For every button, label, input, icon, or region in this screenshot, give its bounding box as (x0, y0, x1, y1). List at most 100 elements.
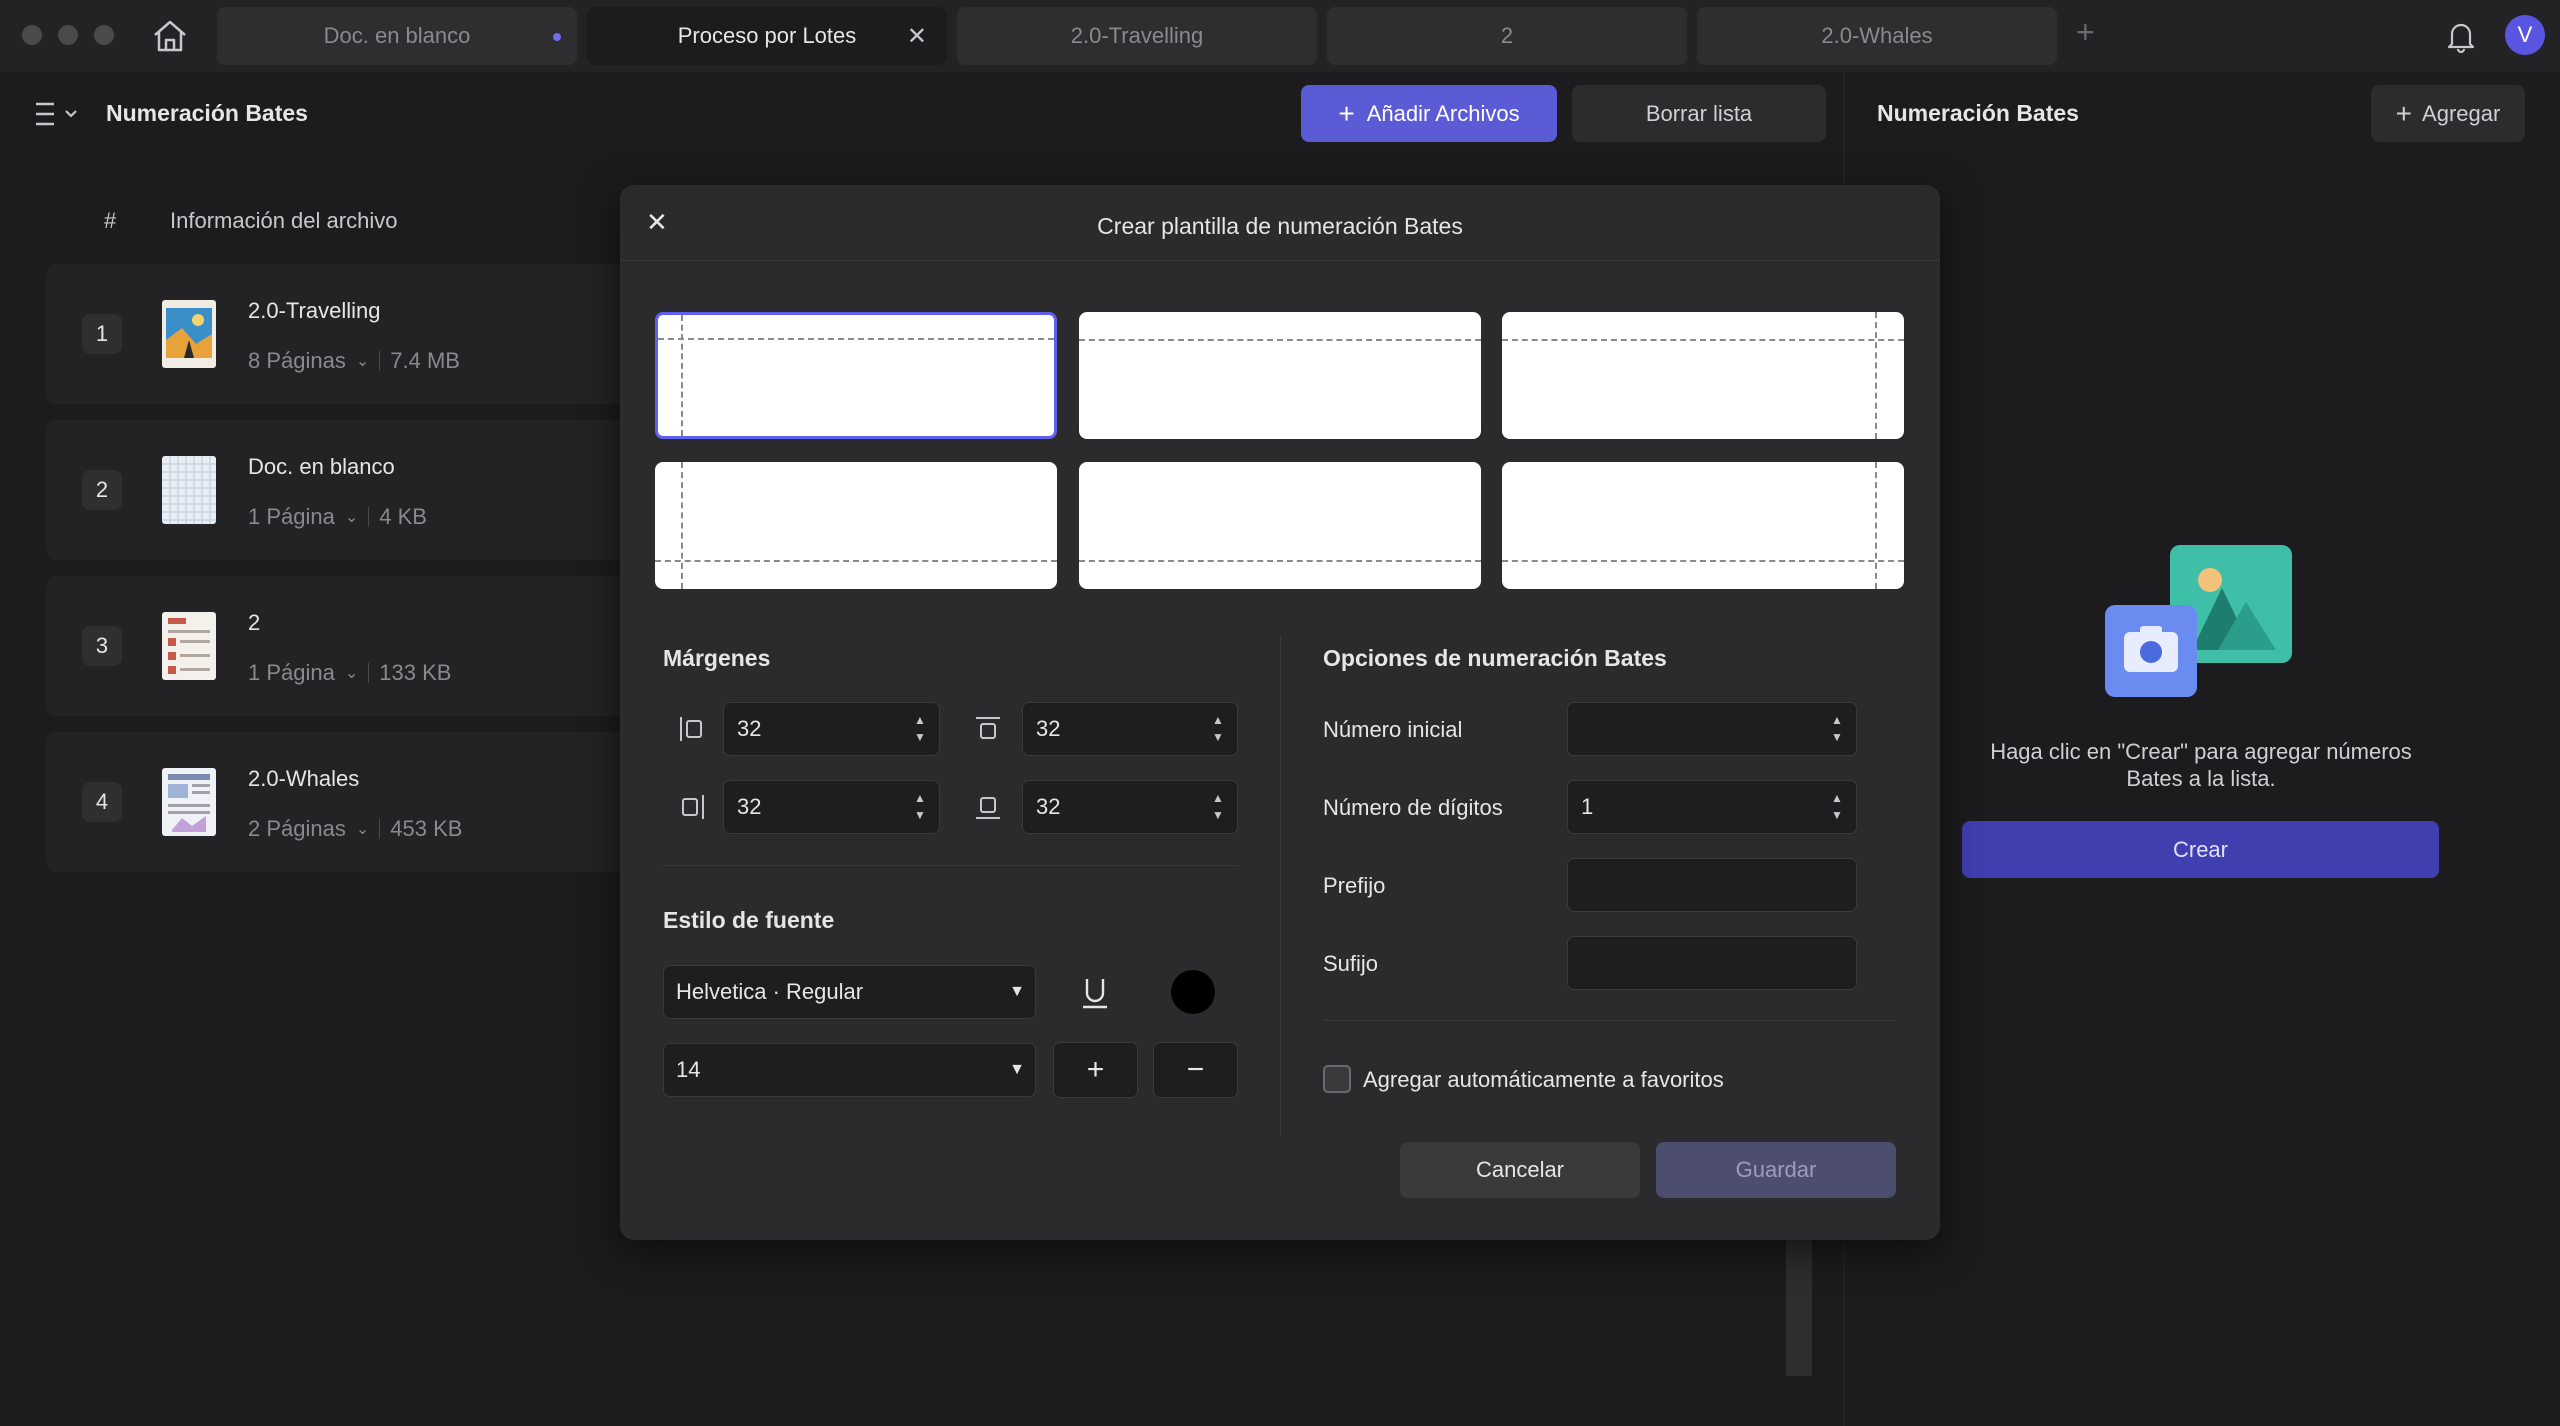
tab-label: 2.0-Travelling (1070, 23, 1204, 48)
empty-state-hint: Haga clic en "Crear" para agregar número… (1990, 739, 2412, 791)
scrollbar[interactable] (1786, 1240, 1812, 1376)
file-meta: 2 Páginas ⌄ 453 KB (248, 816, 462, 842)
position-top-right[interactable] (1502, 312, 1904, 439)
margin-top-input[interactable]: 32 ▲ ▼ (1022, 702, 1238, 756)
minus-icon: − (1186, 1053, 1205, 1086)
position-bottom-center[interactable] (1079, 462, 1481, 589)
favorites-checkbox[interactable] (1323, 1065, 1351, 1093)
position-top-center[interactable] (1079, 312, 1481, 439)
margin-top-icon (976, 717, 1000, 739)
column-header-file-info: Información del archivo (170, 208, 398, 233)
file-row[interactable]: 2 Doc. en blanco 1 Página ⌄ 4 KB (46, 420, 646, 560)
file-pages[interactable]: 1 Página (248, 660, 335, 686)
file-row[interactable]: 3 2 1 Página ⌄ 133 KB (46, 576, 646, 716)
font-family-select[interactable]: Helvetica · Regular ▼ (663, 965, 1036, 1019)
tab-doc-en-blanco[interactable]: Doc. en blanco (217, 7, 577, 65)
stepper-icon[interactable]: ▲ ▼ (1830, 712, 1844, 746)
decrease-font-size-button[interactable]: − (1153, 1042, 1238, 1098)
chevron-down-icon[interactable]: ⌄ (345, 663, 358, 683)
clear-list-button[interactable]: Borrar lista (1572, 85, 1826, 142)
page-title: Numeración Bates (106, 100, 308, 126)
font-color-swatch[interactable] (1171, 970, 1215, 1014)
plus-icon: + (2395, 97, 2413, 129)
add-template-button[interactable]: + Agregar (2371, 85, 2525, 142)
divider (368, 663, 370, 683)
font-size-select[interactable]: 14 ▼ (663, 1043, 1036, 1097)
digits-input[interactable]: 1 ▲ ▼ (1567, 780, 1857, 834)
file-meta: 1 Página ⌄ 133 KB (248, 660, 451, 686)
chevron-down-icon[interactable]: ⌄ (356, 351, 369, 371)
file-pages[interactable]: 2 Páginas (248, 816, 346, 842)
divider (620, 260, 1940, 261)
add-files-button[interactable]: + Añadir Archivos (1301, 85, 1557, 142)
margin-bottom-input[interactable]: 32 ▲ ▼ (1022, 780, 1238, 834)
position-top-left[interactable] (655, 312, 1057, 439)
margin-right-input[interactable]: 32 ▲ ▼ (723, 780, 940, 834)
stepper-icon[interactable]: ▲ ▼ (1211, 712, 1225, 746)
avatar[interactable]: V (2505, 15, 2545, 55)
tab-2[interactable]: 2 (1327, 7, 1687, 65)
increase-font-size-button[interactable]: + (1053, 1042, 1138, 1098)
window-minimize-button[interactable] (58, 25, 78, 45)
file-thumbnail (162, 768, 216, 836)
create-bates-template-dialog: ✕ Crear plantilla de numeración Bates Má… (620, 185, 1940, 1240)
divider (663, 865, 1238, 866)
window-close-button[interactable] (22, 25, 42, 45)
suffix-label: Sufijo (1323, 951, 1379, 976)
bates-options-title: Opciones de numeración Bates (1323, 645, 1667, 671)
file-row[interactable]: 1 2.0-Travelling 8 Páginas ⌄ 7.4 MB (46, 264, 646, 404)
file-meta: 1 Página ⌄ 4 KB (248, 504, 427, 530)
margin-left-value: 32 (737, 716, 762, 741)
stepper-icon[interactable]: ▲ ▼ (1830, 790, 1844, 824)
favorites-label[interactable]: Agregar automáticamente a favoritos (1363, 1067, 1724, 1093)
position-bottom-left[interactable] (655, 462, 1057, 589)
stepper-icon[interactable]: ▲ ▼ (913, 790, 927, 824)
position-bottom-right[interactable] (1502, 462, 1904, 589)
divider (379, 819, 381, 839)
window-zoom-button[interactable] (94, 25, 114, 45)
save-button[interactable]: Guardar (1656, 1142, 1896, 1198)
suffix-input[interactable] (1567, 936, 1857, 990)
bell-icon[interactable] (2443, 18, 2479, 54)
cancel-button[interactable]: Cancelar (1400, 1142, 1640, 1198)
file-meta: 8 Páginas ⌄ 7.4 MB (248, 348, 460, 374)
start-number-label: Número inicial (1323, 717, 1463, 742)
font-style-title: Estilo de fuente (663, 907, 835, 933)
create-button[interactable]: Crear (1962, 821, 2439, 878)
file-number: 1 (82, 314, 122, 354)
file-name: 2 (248, 610, 261, 635)
tab-close-icon[interactable]: ✕ (907, 22, 927, 51)
tab-proceso-por-lotes[interactable]: Proceso por Lotes ✕ (587, 7, 947, 65)
file-number: 2 (82, 470, 122, 510)
column-divider (1280, 635, 1281, 1135)
file-size: 4 KB (379, 504, 427, 529)
margin-bottom-value: 32 (1036, 794, 1061, 819)
digits-value: 1 (1581, 794, 1594, 819)
underline-icon[interactable] (1078, 975, 1112, 1011)
stepper-icon[interactable]: ▲ ▼ (913, 712, 927, 746)
file-pages[interactable]: 1 Página (248, 504, 335, 530)
file-name: 2.0-Whales (248, 766, 360, 791)
tab-label: Proceso por Lotes (677, 23, 857, 48)
tab-travelling[interactable]: 2.0-Travelling (957, 7, 1317, 65)
margin-left-input[interactable]: 32 ▲ ▼ (723, 702, 940, 756)
file-size: 453 KB (390, 816, 463, 841)
home-icon[interactable] (150, 18, 190, 54)
stepper-icon[interactable]: ▲ ▼ (1211, 790, 1225, 824)
tab-whales[interactable]: 2.0-Whales (1697, 7, 2057, 65)
chevron-down-icon[interactable]: ⌄ (345, 507, 358, 527)
new-tab-plus-icon[interactable]: + (2076, 14, 2095, 51)
file-thumbnail (162, 300, 216, 368)
prefix-input[interactable] (1567, 858, 1857, 912)
plus-icon: + (1338, 97, 1355, 129)
right-panel-title: Numeración Bates (1877, 100, 2079, 126)
file-row[interactable]: 4 2.0-Whales 2 Páginas ⌄ 453 KB (46, 732, 646, 872)
start-number-input[interactable]: ▲ ▼ (1567, 702, 1857, 756)
file-number: 3 (82, 626, 122, 666)
tab-label: 2.0-Whales (1821, 23, 1933, 48)
dialog-title: Crear plantilla de numeración Bates (1097, 213, 1463, 239)
file-pages[interactable]: 8 Páginas (248, 348, 346, 374)
menu-icon[interactable] (34, 100, 82, 128)
margin-right-value: 32 (737, 794, 762, 819)
chevron-down-icon[interactable]: ⌄ (356, 819, 369, 839)
